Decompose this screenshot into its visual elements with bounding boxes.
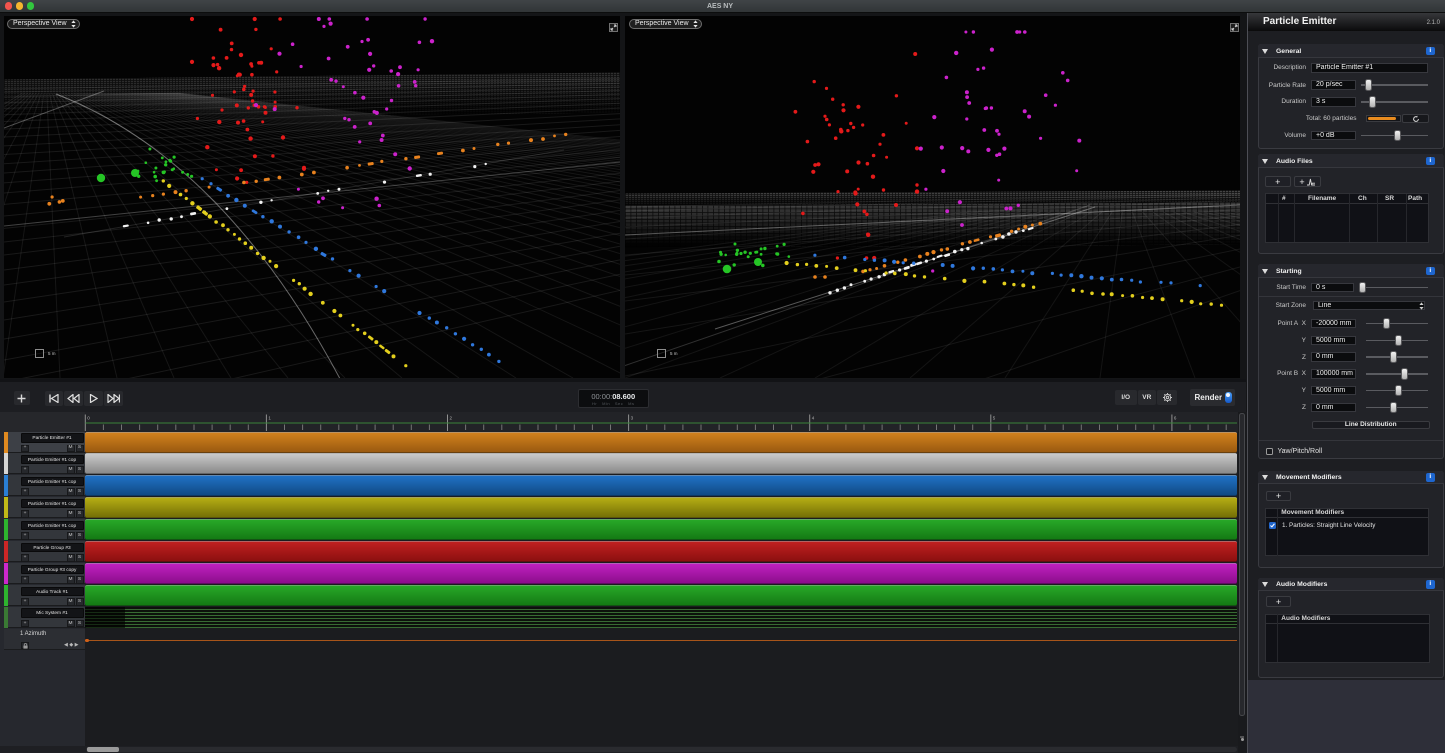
svg-text:2: 2 <box>450 416 453 421</box>
svg-text:3: 3 <box>631 416 634 421</box>
svg-text:6: 6 <box>1174 416 1177 421</box>
svg-text:1: 1 <box>268 416 271 421</box>
svg-text:4: 4 <box>812 416 815 421</box>
svg-text:5: 5 <box>993 416 996 421</box>
svg-text:0: 0 <box>87 416 90 421</box>
